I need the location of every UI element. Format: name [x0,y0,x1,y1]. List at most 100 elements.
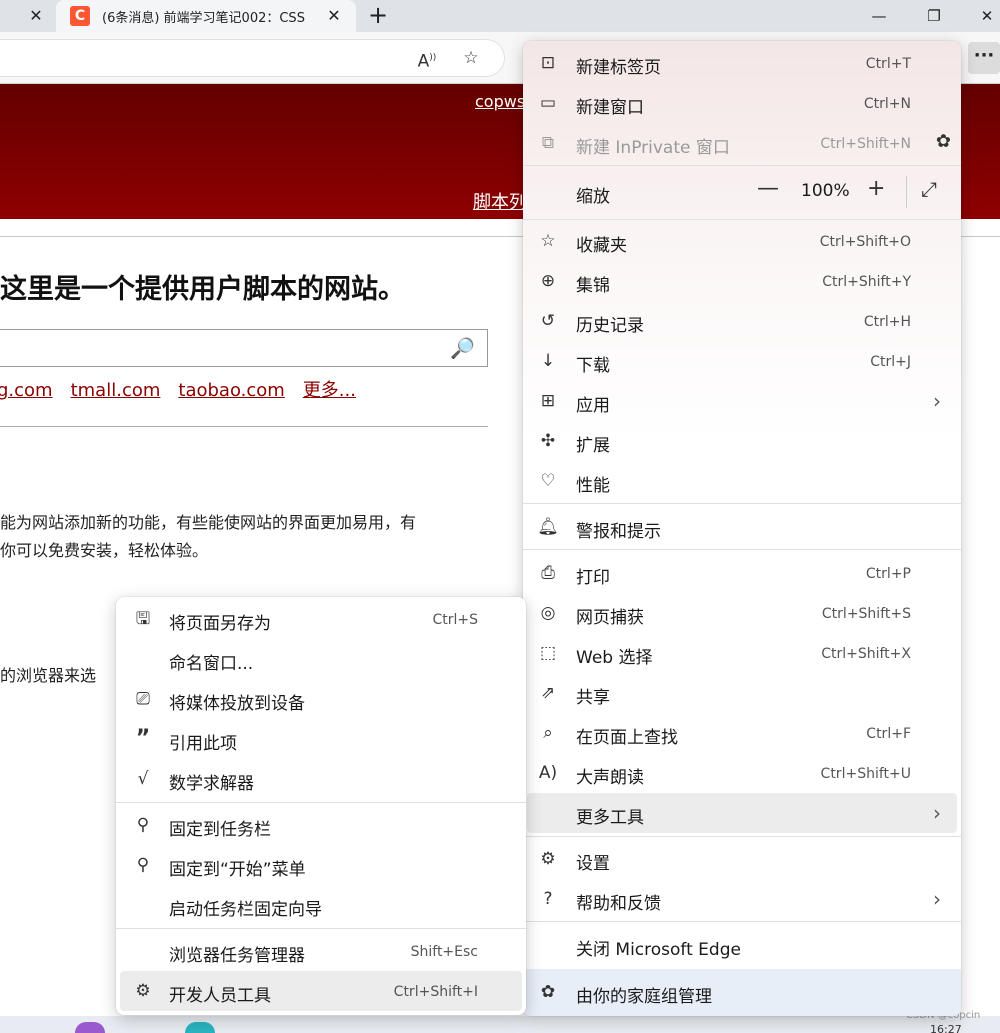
math-solver-icon: √ [137,769,149,789]
taskbar-app-icon[interactable] [185,1022,215,1033]
zoom-in-button[interactable]: + [867,176,885,201]
menu-item-devtools[interactable]: ⚙ 开发人员工具 Ctrl+Shift+I [120,971,522,1011]
menu-item-history[interactable]: ↺ 历史记录 Ctrl+H [523,301,961,341]
page-paragraph: 的浏览器来选 [0,666,97,685]
menu-item-save-as[interactable]: 🖫 将页面另存为 Ctrl+S [116,599,526,639]
taskbar-app-icon[interactable] [75,1022,105,1033]
menu-item-web-select[interactable]: ⬚ Web 选择 Ctrl+Shift+X [523,633,961,673]
menu-item-apps[interactable]: ⊞ 应用 › [523,381,961,421]
menu-item-task-manager[interactable]: 浏览器任务管理器 Shift+Esc [116,931,526,971]
menu-item-web-capture[interactable]: ◎ 网页捕获 Ctrl+Shift+S [523,593,961,633]
menu-item-label: 命名窗口... [169,654,254,674]
settings-and-more-button[interactable]: ··· [968,42,1000,74]
site-link[interactable]: tmall.com [71,380,161,401]
menu-item-extensions[interactable]: ✣ 扩展 [523,421,961,461]
menu-item-shortcut: Ctrl+P [865,566,911,582]
read-aloud-icon[interactable]: A)) [414,46,440,72]
menu-item-math-solver[interactable]: √ 数学求解器 [116,759,526,799]
menu-item-label: 集锦 [576,276,610,296]
zoom-out-button[interactable]: — [757,176,779,201]
extensions-icon: ✣ [540,431,556,451]
menu-item-cite[interactable]: ” 引用此项 [116,719,526,759]
performance-icon: ♡ [540,471,556,491]
menu-item-find[interactable]: ⌕ 在页面上查找 Ctrl+F [523,713,961,753]
restore-button[interactable]: ❐ [921,3,947,29]
site-link[interactable]: 更多... [303,380,356,401]
banner-link[interactable]: 脚本列 [473,188,527,214]
settings-menu: ⊡ 新建标签页 Ctrl+T ▭ 新建窗口 Ctrl+N ⧉ 新建 InPriv… [523,41,961,1016]
csdn-favicon-icon: C [70,6,90,26]
menu-item-read-aloud[interactable]: A) 大声朗读 Ctrl+Shift+U [523,753,961,793]
chevron-right-icon: › [933,887,941,911]
save-icon: 🖫 [135,609,151,629]
minimize-button[interactable]: — [866,3,892,29]
menu-item-performance[interactable]: ♡ 性能 [523,461,961,501]
close-tab-icon[interactable]: ✕ [24,4,48,28]
menu-item-label: 更多工具 [576,808,644,828]
menu-item-shortcut: Ctrl+Shift+S [821,606,911,622]
fullscreen-icon[interactable]: ⤢ [921,177,937,201]
zoom-level: 100% [801,181,850,201]
menu-item-new-inprivate: ⧉ 新建 InPrivate 窗口 Ctrl+Shift+N ✿ [523,123,961,163]
banner-link[interactable]: copws [475,92,525,111]
site-link[interactable]: taobao.com [178,380,284,401]
find-on-page-icon: ⌕ [543,723,553,743]
menu-item-help[interactable]: ? 帮助和反馈 › [523,879,961,919]
menu-item-print[interactable]: ⎙ 打印 Ctrl+P [523,553,961,593]
tab-active[interactable]: C (6条消息) 前端学习笔记002：CSS ✕ [56,0,356,32]
add-favorite-icon[interactable]: ☆ [458,46,484,70]
menu-item-collections[interactable]: ⊕ 集锦 Ctrl+Shift+Y [523,261,961,301]
share-icon: ⇗ [540,683,556,703]
menu-item-share[interactable]: ⇗ 共享 [523,673,961,713]
menu-item-label: 启动任务栏固定向导 [169,900,322,920]
menu-item-close-edge[interactable]: 关闭 Microsoft Edge [523,925,961,965]
read-aloud-icon: A) [538,763,558,783]
menu-item-shortcut: Ctrl+H [863,314,911,330]
menu-item-label: 大声朗读 [576,768,644,788]
site-link[interactable]: g.com [0,380,53,401]
menu-item-shortcut: Ctrl+Shift+Y [822,274,911,290]
menu-item-new-window[interactable]: ▭ 新建窗口 Ctrl+N [523,83,961,123]
menu-separator [523,165,961,166]
window-close-button[interactable]: ✕ [974,3,1000,29]
site-links: g.com tmall.com taobao.com 更多... [0,376,374,402]
menu-item-settings[interactable]: ⚙ 设置 [523,839,961,879]
new-tab-button[interactable]: + [364,2,392,30]
menu-item-more-tools[interactable]: 更多工具 › [527,793,957,833]
menu-item-label: 在页面上查找 [576,728,678,748]
close-tab-icon[interactable]: ✕ [322,4,346,28]
search-icon[interactable]: 🔎 [450,336,475,360]
menu-item-label: 打印 [576,568,610,588]
menu-item-label: 设置 [576,854,610,874]
chevron-right-icon: › [933,389,941,413]
menu-item-label: 新建窗口 [576,98,644,118]
menu-separator [523,549,961,550]
menu-item-label: 共享 [576,688,610,708]
quote-icon: ” [135,726,151,751]
menu-item-pin-taskbar[interactable]: ⚲ 固定到任务栏 [116,805,526,845]
menu-item-alerts[interactable]: 🔔︎ 警报和提示 [523,507,961,547]
menu-item-label: 应用 [576,396,610,416]
more-tools-submenu: 🖫 将页面另存为 Ctrl+S 命名窗口... ⎚ 将媒体投放到设备 ” 引用此… [116,597,526,1015]
menu-item-shortcut: Ctrl+Shift+N [820,136,911,152]
menu-item-name-window[interactable]: 命名窗口... [116,639,526,679]
tab-title: (6条消息) 前端学习笔记002：CSS [102,11,305,26]
menu-item-cast[interactable]: ⎚ 将媒体投放到设备 [116,679,526,719]
menu-item-label: 固定到任务栏 [169,820,271,840]
menu-item-label: 警报和提示 [576,522,661,542]
menu-item-pin-start[interactable]: ⚲ 固定到“开始”菜单 [116,845,526,885]
site-search-input[interactable]: 🔎 [0,329,488,367]
cast-icon: ⎚ [136,689,150,709]
menu-item-shortcut: Ctrl+T [865,56,911,72]
menu-item-favorites[interactable]: ☆ 收藏夹 Ctrl+Shift+O [523,221,961,261]
download-icon: ↓ [540,351,556,371]
menu-item-new-tab[interactable]: ⊡ 新建标签页 Ctrl+T [523,43,961,83]
menu-item-pin-wizard[interactable]: 启动任务栏固定向导 [116,885,526,925]
menu-item-label: 网页捕获 [576,608,644,628]
menu-item-family[interactable]: ✿ 由你的家庭组管理 [523,969,961,1016]
pin-icon: ⚲ [136,855,150,875]
menu-item-downloads[interactable]: ↓ 下载 Ctrl+J [523,341,961,381]
pin-icon: ⚲ [136,815,150,835]
menu-item-label: 下载 [576,356,610,376]
inprivate-icon: ⧉ [541,133,555,153]
